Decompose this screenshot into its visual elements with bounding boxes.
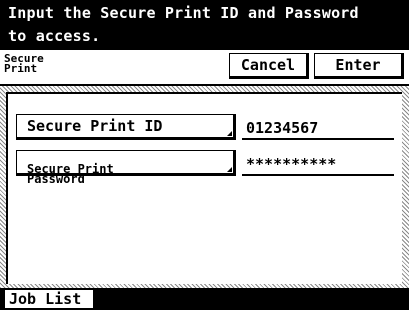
corner-marker-icon [227, 167, 232, 172]
secure-print-id-value: 01234567 [242, 116, 394, 140]
secure-print-password-value: ********** [242, 152, 394, 176]
bottom-bar: Job List [0, 288, 409, 310]
corner-marker-icon [227, 131, 232, 136]
title-bar: Secure Print Cancel Enter [0, 50, 409, 86]
secure-print-screen: Input the Secure Print ID and Password t… [0, 0, 409, 310]
secure-print-id-label: Secure Print ID [27, 117, 163, 135]
instruction-line-1: Input the Secure Print ID and Password [8, 4, 359, 22]
secure-print-password-button[interactable]: Secure Print Password [16, 150, 236, 185]
instruction-line-2: to access. [8, 27, 101, 45]
secure-print-id-button[interactable]: Secure Print ID [16, 114, 236, 140]
cancel-button[interactable]: Cancel [229, 53, 309, 79]
form-panel: Secure Print ID 01234567 Secure Print Pa… [6, 92, 402, 284]
job-list-tab[interactable]: Job List [4, 289, 96, 309]
secure-print-password-label: Secure Print Password [27, 162, 114, 186]
enter-button[interactable]: Enter [314, 53, 404, 79]
instruction-header: Input the Secure Print ID and Password t… [0, 0, 409, 50]
hatched-frame: Secure Print ID 01234567 Secure Print Pa… [0, 86, 409, 288]
mode-label: Secure Print [4, 52, 44, 75]
